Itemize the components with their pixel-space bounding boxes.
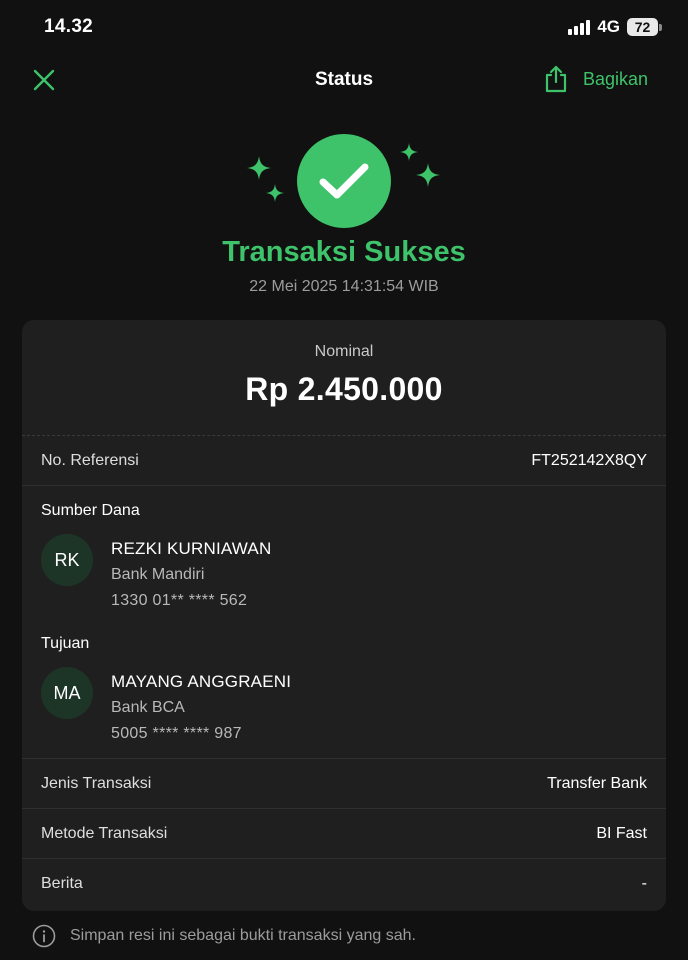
nav-bar: Status Bagikan: [0, 54, 688, 106]
destination-name: MAYANG ANGGRAENI: [111, 672, 292, 691]
transaction-type-label: Jenis Transaksi: [41, 774, 152, 792]
battery-icon: 72: [627, 18, 662, 36]
success-hero: Transaksi Sukses 22 Mei 2025 14:31:54 WI…: [0, 128, 688, 308]
note-row: Berita -: [22, 859, 666, 909]
reference-value: FT252142X8QY: [531, 451, 647, 469]
success-badge: [297, 134, 391, 228]
transaction-type-value: Transfer Bank: [547, 774, 647, 792]
parties-section: Sumber Dana RK REZKI KURNIAWAN Bank Mand…: [22, 486, 666, 759]
transaction-type-row: Jenis Transaksi Transfer Bank: [22, 759, 666, 809]
share-label: Bagikan: [582, 68, 648, 89]
share-button[interactable]: Bagikan: [543, 64, 648, 94]
avatar: RK: [41, 534, 93, 586]
battery-level: 72: [627, 18, 658, 36]
info-icon: [32, 924, 56, 948]
receipt-card: Nominal Rp 2.450.000 No. Referensi FT252…: [22, 320, 666, 911]
source-bank: Bank Mandiri: [111, 566, 205, 583]
network-type: 4G: [597, 17, 620, 36]
status-indicators: 4G 72: [568, 17, 662, 37]
transaction-method-value: BI Fast: [596, 824, 647, 842]
nominal-section: Nominal Rp 2.450.000: [22, 320, 666, 436]
source-heading: Sumber Dana: [41, 502, 140, 519]
destination-account: 5005 **** **** 987: [111, 725, 242, 742]
note-value: -: [641, 875, 647, 892]
source-name: REZKI KURNIAWAN: [111, 539, 272, 558]
check-icon: [319, 163, 369, 199]
signal-icon: [568, 19, 591, 35]
share-icon: [545, 65, 567, 93]
avatar: MA: [41, 667, 93, 719]
status-bar: 14.32 4G 72: [0, 0, 688, 54]
reference-row: No. Referensi FT252142X8QY: [22, 436, 666, 486]
note-label: Berita: [41, 875, 83, 892]
source-account: 1330 01** **** 562: [111, 592, 248, 609]
result-title: Transaksi Sukses: [222, 236, 466, 268]
footer-text: Simpan resi ini sebagai bukti transaksi …: [70, 927, 416, 944]
footer-note: Simpan resi ini sebagai bukti transaksi …: [32, 924, 416, 948]
transaction-method-row: Metode Transaksi BI Fast: [22, 809, 666, 859]
nominal-label: Nominal: [314, 343, 374, 360]
sparkle-icon: [416, 163, 440, 187]
sparkle-icon: [400, 143, 418, 161]
result-datetime: 22 Mei 2025 14:31:54 WIB: [249, 278, 439, 295]
reference-label: No. Referensi: [41, 451, 139, 469]
transaction-method-label: Metode Transaksi: [41, 824, 168, 842]
destination-heading: Tujuan: [41, 635, 90, 652]
status-time: 14.32: [44, 16, 94, 37]
destination-bank: Bank BCA: [111, 699, 185, 716]
sparkle-icon: [266, 184, 284, 202]
sparkle-icon: [247, 156, 271, 180]
nominal-amount: Rp 2.450.000: [245, 371, 443, 407]
